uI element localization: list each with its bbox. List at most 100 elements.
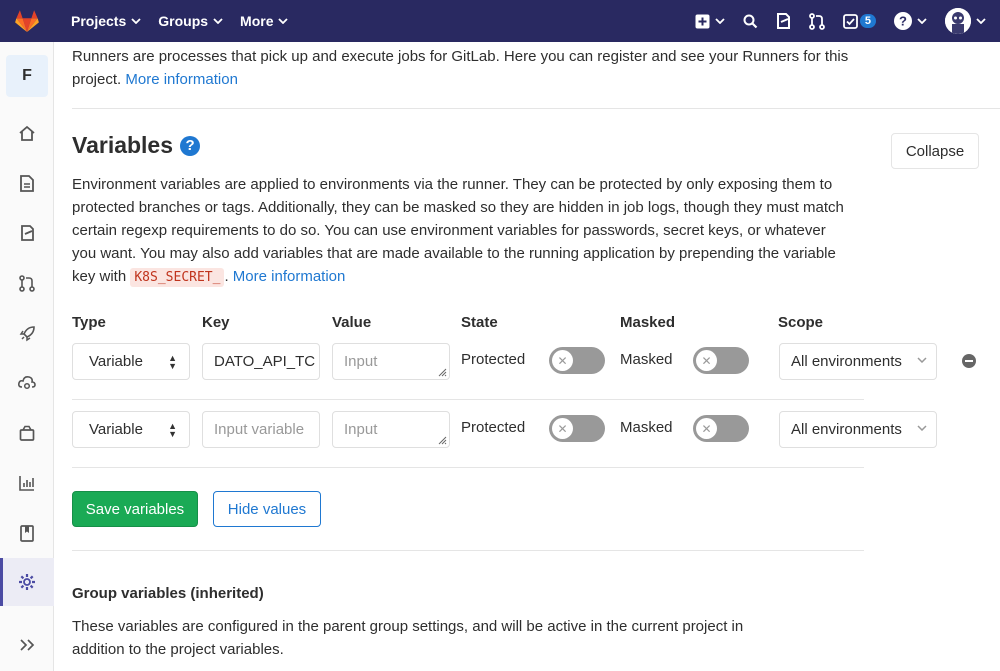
header-key: Key (202, 314, 230, 331)
protected-toggle[interactable]: ✕ (549, 347, 605, 374)
issues-nav-button[interactable] (776, 13, 791, 29)
scope-value: All environments (791, 353, 902, 370)
variable-value-input[interactable]: Input (332, 343, 450, 380)
collapse-button[interactable]: Collapse (891, 133, 979, 169)
chevron-down-icon (917, 425, 927, 431)
avatar (945, 8, 971, 34)
variables-desc-punct: . (224, 268, 229, 285)
repository-icon (20, 174, 34, 192)
packages-icon (19, 425, 35, 441)
runners-more-info-link[interactable]: More information (125, 71, 238, 88)
toggle-off-icon: ✕ (552, 350, 573, 371)
top-navbar: Projects Groups More 5 ? (0, 0, 1000, 42)
hide-values-button[interactable]: Hide values (213, 491, 321, 527)
environment-scope-select[interactable]: All environments (779, 343, 937, 380)
save-variables-button[interactable]: Save variables (72, 491, 198, 527)
divider (72, 550, 864, 551)
masked-label: Masked (620, 419, 673, 436)
todo-count-badge: 5 (859, 14, 876, 28)
settings-icon (19, 574, 35, 590)
k8s-secret-code: K8S_SECRET_ (130, 268, 225, 287)
issues-icon (776, 13, 790, 29)
variable-key-input[interactable]: DATO_API_TC (202, 343, 320, 380)
header-masked: Masked (620, 314, 676, 331)
header-type: Type (72, 314, 106, 331)
header-value: Value (332, 314, 372, 331)
variable-type-select[interactable]: Variable ▲ ▼ (72, 411, 190, 448)
issues-icon (20, 225, 34, 241)
protected-label: Protected (461, 351, 526, 368)
variables-title-text: Variables (72, 132, 174, 158)
sidebar-item-merge-requests[interactable] (0, 268, 54, 298)
sidebar-item-project-overview[interactable] (0, 118, 54, 148)
resize-grip-icon[interactable] (437, 435, 447, 445)
sidebar-item-wiki[interactable] (0, 518, 54, 548)
user-dropdown[interactable] (945, 8, 986, 34)
help-dropdown[interactable]: ? (894, 12, 927, 30)
nav-projects-label: Projects (71, 13, 127, 29)
sidebar-item-packages[interactable] (0, 418, 54, 448)
analytics-icon (19, 476, 34, 491)
divider (72, 108, 1000, 109)
plus-square-icon (695, 14, 710, 28)
chevron-down-icon (917, 18, 927, 24)
remove-variable-button[interactable] (962, 354, 976, 368)
chevron-down-icon (715, 18, 725, 24)
variable-type-select[interactable]: Variable ▲ ▼ (72, 343, 190, 380)
masked-toggle[interactable]: ✕ (693, 347, 749, 374)
collapse-sidebar-icon (20, 639, 35, 651)
nav-more-dropdown[interactable]: More (240, 13, 289, 29)
select-arrows-icon: ▲ ▼ (168, 353, 177, 371)
collapse-sidebar-button[interactable] (0, 630, 54, 660)
search-icon (743, 14, 758, 28)
variable-key-input[interactable]: Input variable (202, 411, 320, 448)
variable-value-input[interactable]: Input (332, 411, 450, 448)
sidebar-item-analytics[interactable] (0, 468, 54, 498)
todo-icon (842, 13, 858, 29)
merge-requests-nav-button[interactable] (808, 12, 825, 30)
variable-type-value: Variable (89, 353, 143, 370)
avatar-image-icon (945, 8, 971, 34)
variables-more-info-link[interactable]: More information (233, 268, 346, 285)
operations-icon (18, 376, 36, 390)
wiki-icon (20, 524, 34, 542)
variable-type-value: Variable (89, 421, 143, 438)
variable-row: Variable ▲ ▼ Input variable Input Protect… (72, 410, 1000, 450)
merge-request-icon (808, 12, 825, 30)
project-avatar[interactable]: F (6, 55, 48, 97)
sidebar-item-issues[interactable] (0, 218, 54, 248)
chevron-down-icon (976, 18, 986, 24)
scope-value: All environments (791, 421, 902, 438)
masked-toggle[interactable]: ✕ (693, 415, 749, 442)
gitlab-logo[interactable] (0, 0, 54, 42)
nav-more-label: More (240, 13, 274, 29)
chevron-down-icon (917, 357, 927, 363)
todos-nav-button[interactable]: 5 (842, 13, 876, 29)
variables-description: Environment variables are applied to env… (72, 173, 852, 289)
variables-help-icon[interactable]: ? (180, 135, 201, 156)
value-placeholder: Input (344, 353, 378, 370)
sidebar: F (0, 42, 54, 671)
group-variables-title: Group variables (inherited) (72, 585, 264, 602)
protected-toggle[interactable]: ✕ (549, 415, 605, 442)
select-arrows-icon: ▲ ▼ (168, 421, 177, 439)
nav-projects-dropdown[interactable]: Projects (71, 13, 141, 29)
search-button[interactable] (743, 14, 758, 29)
row-divider (72, 467, 864, 468)
header-scope: Scope (778, 314, 824, 331)
svg-text:?: ? (899, 14, 907, 29)
sidebar-item-operations[interactable] (0, 368, 54, 398)
sidebar-item-cicd[interactable] (0, 318, 54, 348)
merge-requests-icon (19, 274, 35, 292)
chevron-down-icon (213, 18, 223, 24)
resize-grip-icon[interactable] (437, 367, 447, 377)
nav-right: 5 ? (695, 0, 1000, 42)
sidebar-item-settings[interactable] (0, 558, 54, 606)
nav-menu: Projects Groups More (54, 13, 289, 29)
nav-groups-dropdown[interactable]: Groups (158, 13, 223, 29)
sidebar-item-repository[interactable] (0, 168, 54, 198)
group-variables-description: These variables are configured in the pa… (72, 618, 744, 658)
environment-scope-select[interactable]: All environments (779, 411, 937, 448)
new-dropdown[interactable] (695, 14, 725, 29)
nav-groups-label: Groups (158, 13, 209, 29)
